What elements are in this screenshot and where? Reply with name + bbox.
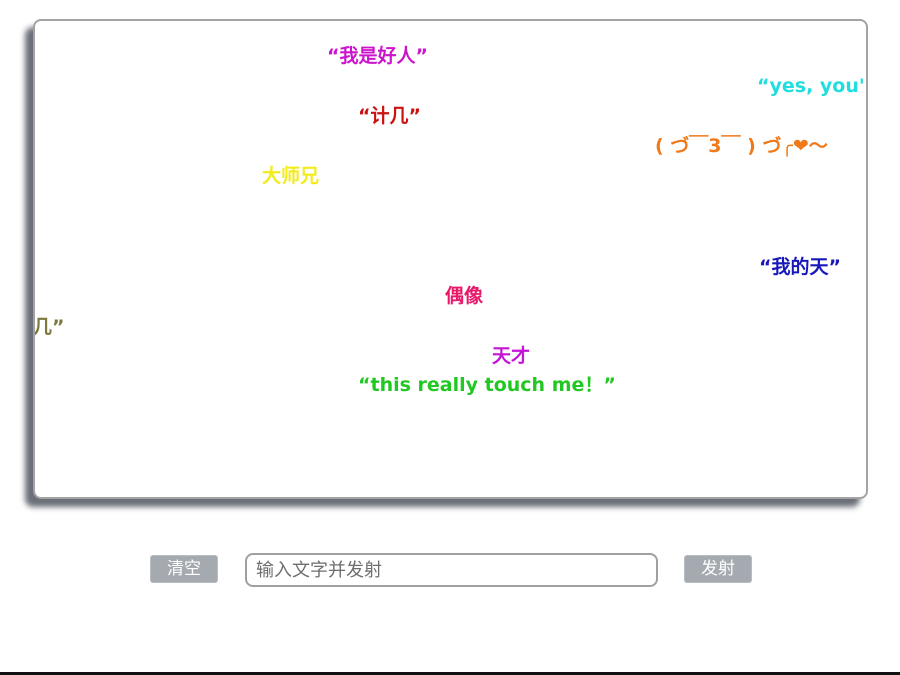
danmaku-item: 偶像: [445, 285, 484, 307]
danmaku-item: 大师兄: [262, 165, 320, 187]
danmaku-item: “this really touch me！”: [358, 374, 616, 396]
danmaku-item: “我是好人”: [327, 45, 428, 67]
danmaku-item: 天才: [492, 345, 531, 367]
danmaku-item: 几”: [33, 316, 65, 338]
fire-button[interactable]: 发射: [684, 555, 752, 583]
control-bar: 清空 发射: [0, 553, 900, 587]
danmaku-screen: “我是好人” “yes, you're “计几” ( づ￣3￣ ) づ╭❤～ 大…: [33, 19, 868, 499]
danmaku-item: “yes, you're: [757, 75, 866, 97]
clear-button[interactable]: 清空: [150, 555, 218, 583]
danmaku-text-input[interactable]: [245, 553, 658, 587]
danmaku-item: “计几”: [358, 105, 421, 127]
danmaku-item: ( づ￣3￣ ) づ╭❤～: [655, 135, 828, 157]
danmaku-item: “我的天”: [759, 256, 841, 278]
